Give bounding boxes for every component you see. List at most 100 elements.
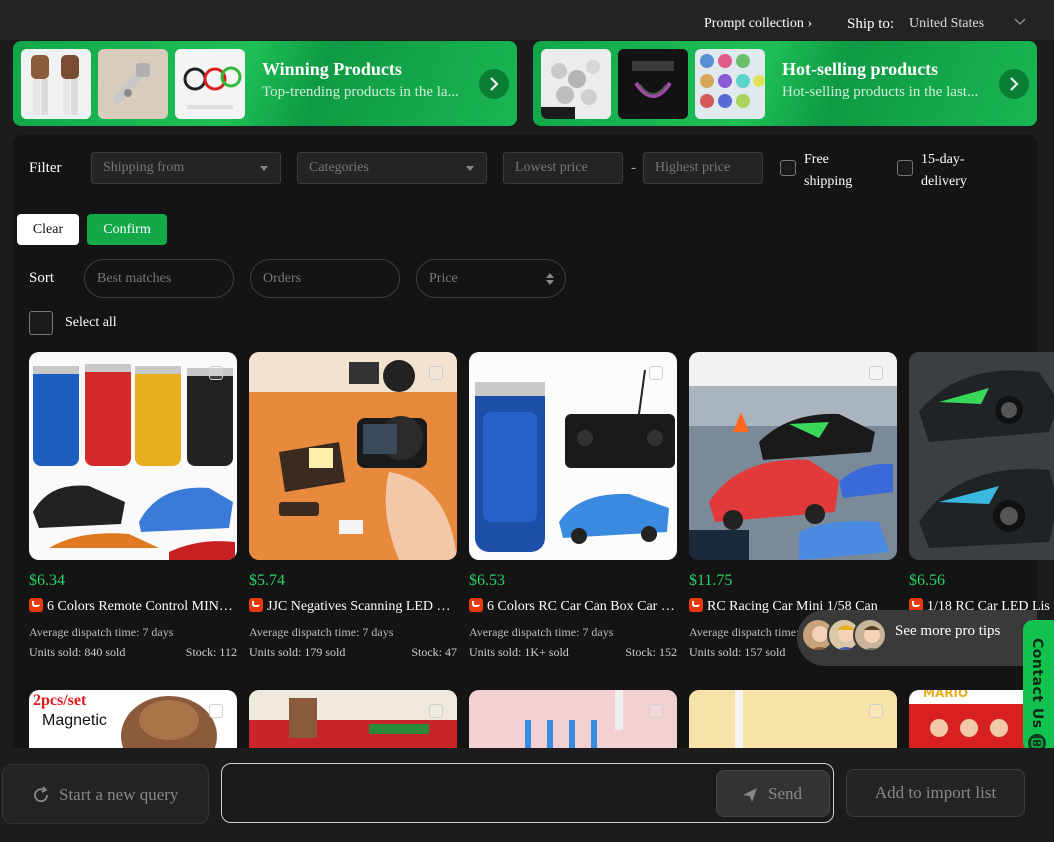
stock-count: Stock: 112 — [185, 645, 237, 659]
chevron-right-icon — [490, 77, 499, 91]
banner-next-button[interactable] — [479, 69, 509, 99]
chevron-down-icon[interactable] — [1014, 18, 1026, 26]
stock-count: Stock: 47 — [411, 645, 457, 659]
pro-tips-label: See more pro tips — [895, 623, 1001, 639]
product-caption: Magnetic — [42, 712, 107, 729]
product-name[interactable]: 6 Colors RC Car Can Box Car Mini — [469, 598, 677, 615]
aliexpress-logo-icon — [469, 598, 483, 612]
product-card[interactable] — [249, 690, 457, 748]
product-image[interactable] — [909, 352, 1054, 560]
contact-us-button[interactable]: Contact Us — [1023, 620, 1054, 754]
product-price: $6.56 — [909, 572, 945, 589]
start-new-query-label: Start a new query — [59, 785, 179, 804]
product-select-checkbox[interactable] — [209, 366, 223, 380]
delivery-line1: 15-day- — [921, 152, 965, 167]
clear-button[interactable]: Clear — [17, 214, 79, 245]
refresh-icon — [34, 786, 48, 803]
units-sold: Units sold: 1K+ sold — [469, 645, 569, 659]
banner-thumb-6 — [695, 49, 765, 119]
product-select-checkbox[interactable] — [649, 366, 663, 380]
product-select-checkbox[interactable] — [429, 366, 443, 380]
product-name-text: JJC Negatives Scanning LED Light — [267, 599, 457, 614]
categories-placeholder: Categories — [309, 160, 369, 175]
start-new-query-button[interactable]: Start a new query — [2, 764, 209, 824]
aliexpress-logo-icon — [689, 598, 703, 612]
top-bar: Prompt collection › Ship to: United Stat… — [0, 0, 1054, 40]
product-card[interactable] — [689, 690, 897, 748]
product-card[interactable]: $6.56 1/18 RC Car LED Lis — [909, 352, 1054, 652]
product-card[interactable]: 2pcs/set Magnetic — [29, 690, 237, 748]
product-image[interactable] — [689, 352, 897, 560]
send-button[interactable]: Send — [716, 770, 830, 817]
select-all-checkbox[interactable] — [29, 311, 53, 335]
dispatch-time: Average dispatch time: 7 days — [29, 625, 174, 639]
banner-thumb-2 — [98, 49, 168, 119]
product-select-checkbox[interactable] — [649, 704, 663, 718]
product-name[interactable]: 6 Colors Remote Control MINI RC Car — [29, 598, 237, 615]
product-name-text: 6 Colors RC Car Can Box Car Mini — [487, 599, 677, 614]
product-price: $6.34 — [29, 572, 65, 589]
see-more-pro-tips-button[interactable]: See more pro tips — [797, 610, 1037, 666]
product-name[interactable]: JJC Negatives Scanning LED Light — [249, 598, 457, 615]
delivery-line2: delivery — [921, 174, 967, 189]
shipping-from-placeholder: Shipping from — [103, 160, 185, 175]
product-price: $5.74 — [249, 572, 285, 589]
filter-label: Filter — [29, 160, 62, 176]
send-label: Send — [768, 784, 802, 803]
shipping-from-select[interactable]: Shipping from — [91, 152, 281, 184]
product-price: $11.75 — [689, 572, 733, 589]
sort-best-matches[interactable]: Best matches — [84, 259, 234, 298]
free-shipping-line1: Free — [804, 152, 829, 167]
product-image[interactable] — [249, 352, 457, 560]
dispatch-time: Average dispatch time: 7 days — [249, 625, 394, 639]
product-select-checkbox[interactable] — [869, 366, 883, 380]
product-select-checkbox[interactable] — [429, 704, 443, 718]
sort-price[interactable]: Price — [416, 259, 566, 298]
banner-title: Hot-selling products — [782, 59, 939, 79]
winning-products-banner[interactable]: Winning Products Top-trending products i… — [13, 41, 517, 126]
banner-thumb-5 — [618, 49, 688, 119]
categories-select[interactable]: Categories — [297, 152, 487, 184]
chevron-right-icon — [1010, 77, 1019, 91]
product-badge: 2pcs/set — [33, 692, 87, 709]
product-select-checkbox[interactable] — [869, 704, 883, 718]
hot-selling-banner[interactable]: Hot-selling products Hot-selling product… — [533, 41, 1037, 126]
prompt-collection-label: Prompt collection — [704, 16, 804, 31]
units-sold: Units sold: 157 sold — [689, 645, 786, 659]
banner-thumb-3 — [175, 49, 245, 119]
banner-next-button[interactable] — [999, 69, 1029, 99]
product-image[interactable] — [469, 352, 677, 560]
sort-arrows-icon — [546, 273, 554, 285]
stock-count: Stock: 152 — [625, 645, 677, 659]
ship-to-label: Ship to: — [847, 16, 895, 32]
select-all-label: Select all — [65, 315, 117, 330]
dispatch-time: Average dispatch time: 7 days — [469, 625, 614, 639]
free-shipping-label: Free shipping — [804, 149, 852, 193]
banner-subtitle: Top-trending products in the la... — [262, 84, 459, 100]
product-image[interactable] — [29, 352, 237, 560]
caret-down-icon — [260, 166, 268, 171]
price-range-separator: - — [631, 160, 636, 176]
highest-price-input[interactable]: Highest price — [643, 152, 763, 184]
fifteen-day-delivery-checkbox[interactable] — [897, 160, 913, 176]
chevron-right-icon: › — [807, 16, 813, 31]
ship-to-country-select[interactable]: United States — [909, 16, 984, 32]
units-sold: Units sold: 179 sold — [249, 645, 346, 659]
free-shipping-checkbox[interactable] — [780, 160, 796, 176]
banner-subtitle: Hot-selling products in the last... — [782, 84, 979, 100]
units-sold: Units sold: 840 sold — [29, 645, 126, 659]
confirm-button[interactable]: Confirm — [87, 214, 167, 245]
sort-price-label: Price — [429, 271, 458, 286]
contact-us-label: Contact Us — [1029, 638, 1045, 729]
product-select-checkbox[interactable] — [209, 704, 223, 718]
sort-orders[interactable]: Orders — [250, 259, 400, 298]
product-card[interactable] — [469, 690, 677, 748]
sort-label: Sort — [29, 270, 55, 286]
lowest-price-input[interactable]: Lowest price — [503, 152, 623, 184]
add-to-import-list-button[interactable]: Add to import list — [846, 769, 1025, 817]
prompt-collection-link[interactable]: Prompt collection › — [704, 16, 812, 32]
aliexpress-logo-icon — [249, 598, 263, 612]
caret-down-icon — [466, 166, 474, 171]
fifteen-day-delivery-label: 15-day-delivery — [921, 149, 967, 193]
product-price: $6.53 — [469, 572, 505, 589]
